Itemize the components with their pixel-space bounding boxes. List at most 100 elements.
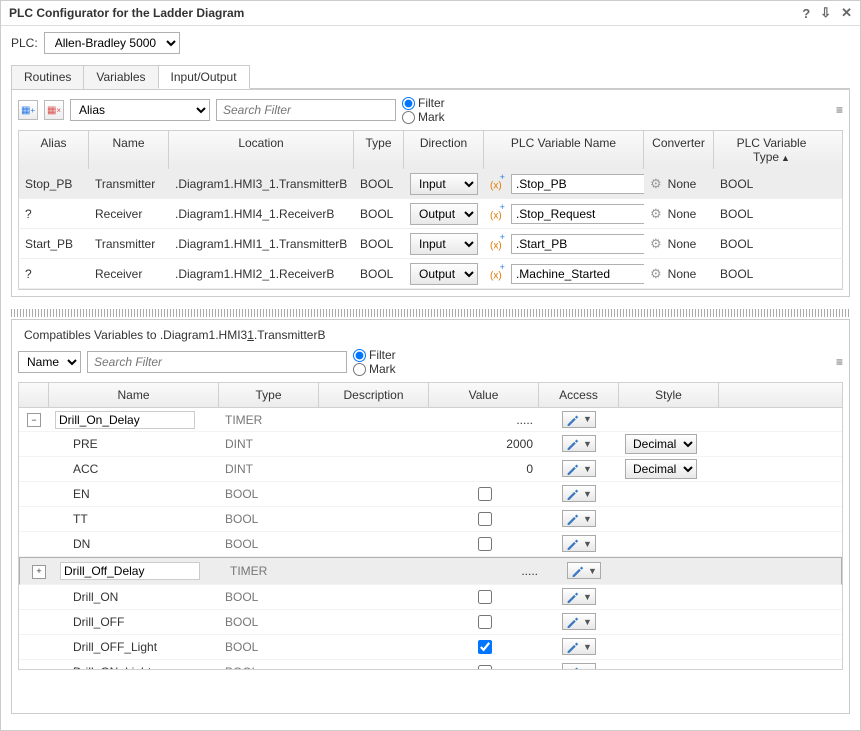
compat-desc xyxy=(319,542,429,546)
plc-var-input[interactable] xyxy=(511,264,644,284)
compat-name-input[interactable] xyxy=(55,411,195,429)
cv-col-access[interactable]: Access xyxy=(539,383,619,407)
tab-variables[interactable]: Variables xyxy=(83,65,158,89)
compat-value-checkbox[interactable] xyxy=(478,487,492,501)
io-row[interactable]: Start_PB Transmitter .Diagram1.HMI1_1.Tr… xyxy=(18,229,843,259)
gear-icon[interactable]: ⚙ xyxy=(650,176,662,192)
col-alias[interactable]: Alias xyxy=(19,131,89,169)
new-left-icon[interactable]: ▦+ xyxy=(18,100,38,120)
compat-value-checkbox[interactable] xyxy=(478,537,492,551)
window-title: PLC Configurator for the Ladder Diagram xyxy=(9,6,792,20)
style-select[interactable]: Decimal xyxy=(625,459,697,479)
compat-type: DINT xyxy=(219,460,319,478)
col-name[interactable]: Name xyxy=(89,131,169,169)
compat-row[interactable]: TT BOOL ▼ xyxy=(19,507,842,532)
gear-icon[interactable]: ⚙ xyxy=(650,266,662,282)
gear-icon[interactable]: ⚙ xyxy=(650,206,662,222)
access-button[interactable]: ▼ xyxy=(562,663,596,670)
col-converter[interactable]: Converter xyxy=(644,131,714,169)
access-button[interactable]: ▼ xyxy=(562,411,596,428)
compat-type: TIMER xyxy=(219,411,319,429)
splitter[interactable] xyxy=(11,309,850,317)
access-button[interactable]: ▼ xyxy=(562,613,596,630)
compat-search-input[interactable] xyxy=(87,351,347,373)
compat-name: TT xyxy=(55,512,88,526)
compat-row[interactable]: Drill_ON_Light BOOL ▼ xyxy=(19,660,842,670)
direction-select[interactable]: Input xyxy=(410,233,478,255)
plc-select[interactable]: Allen-Bradley 5000 xyxy=(44,32,180,54)
compat-value-checkbox[interactable] xyxy=(478,615,492,629)
direction-select[interactable]: Output xyxy=(410,203,478,225)
tab-input-output[interactable]: Input/Output xyxy=(158,65,250,89)
compat-radio-filter[interactable] xyxy=(353,349,366,362)
new-right-icon[interactable]: ▦× xyxy=(44,100,64,120)
collapse-icon[interactable]: − xyxy=(27,413,41,427)
plc-var-input[interactable] xyxy=(511,234,644,254)
cv-col-type[interactable]: Type xyxy=(219,383,319,407)
style-select[interactable]: Decimal xyxy=(625,434,697,454)
io-row[interactable]: ? Receiver .Diagram1.HMI2_1.ReceiverB BO… xyxy=(18,259,843,289)
fx-icon: (x)+ xyxy=(490,236,507,251)
close-icon[interactable]: ✕ xyxy=(841,5,852,21)
access-button[interactable]: ▼ xyxy=(562,435,596,452)
compat-row[interactable]: EN BOOL ▼ xyxy=(19,482,842,507)
access-button[interactable]: ▼ xyxy=(562,460,596,477)
cv-col-value[interactable]: Value xyxy=(429,383,539,407)
compat-row[interactable]: Drill_OFF_Light BOOL ▼ xyxy=(19,635,842,660)
compat-row[interactable]: DN BOOL ▼ xyxy=(19,532,842,557)
access-button[interactable]: ▼ xyxy=(562,588,596,605)
direction-select[interactable]: Output xyxy=(410,263,478,285)
io-row[interactable]: ? Receiver .Diagram1.HMI4_1.ReceiverB BO… xyxy=(18,199,843,229)
access-button[interactable]: ▼ xyxy=(562,485,596,502)
plc-type-value: BOOL xyxy=(714,234,829,254)
compat-menu-icon[interactable]: ≡ xyxy=(836,355,843,369)
compat-field-select[interactable]: Name xyxy=(18,351,81,373)
compat-row[interactable]: ACC DINT 0 ▼ Decimal xyxy=(19,457,842,482)
cv-col-desc[interactable]: Description xyxy=(319,383,429,407)
io-search-input[interactable] xyxy=(216,99,396,121)
io-grid-body: Stop_PB Transmitter .Diagram1.HMI3_1.Tra… xyxy=(18,169,843,290)
access-button[interactable]: ▼ xyxy=(567,562,601,579)
compat-value-checkbox[interactable] xyxy=(478,512,492,526)
compat-name-input[interactable] xyxy=(60,562,200,580)
col-location[interactable]: Location xyxy=(169,131,354,169)
compat-type: BOOL xyxy=(219,663,319,670)
direction-select[interactable]: Input xyxy=(410,173,478,195)
compat-panel: Compatibles Variables to .Diagram1.HMI31… xyxy=(11,319,850,714)
tab-routines[interactable]: Routines xyxy=(11,65,84,89)
compat-row[interactable]: + TIMER ..... ▼ xyxy=(19,557,842,585)
compat-row[interactable]: Drill_ON BOOL ▼ xyxy=(19,585,842,610)
help-icon[interactable]: ? xyxy=(802,6,810,21)
pin-icon[interactable]: ⇩ xyxy=(820,5,831,21)
compat-radio-mark[interactable] xyxy=(353,363,366,376)
compat-row[interactable]: − TIMER ..... ▼ xyxy=(19,408,842,432)
access-button[interactable]: ▼ xyxy=(562,638,596,655)
compat-row[interactable]: Drill_OFF BOOL ▼ xyxy=(19,610,842,635)
io-menu-icon[interactable]: ≡ xyxy=(836,103,843,117)
expand-icon[interactable]: + xyxy=(32,565,46,579)
gear-icon[interactable]: ⚙ xyxy=(650,236,662,252)
compat-grid-body[interactable]: − TIMER ..... ▼ PRE DINT 2000 ▼ Decimal … xyxy=(18,408,843,670)
col-direction[interactable]: Direction xyxy=(404,131,484,169)
filter-field-select[interactable]: Alias xyxy=(70,99,210,121)
io-location: .Diagram1.HMI2_1.ReceiverB xyxy=(169,264,354,284)
io-radio-filter[interactable] xyxy=(402,97,415,110)
col-type[interactable]: Type xyxy=(354,131,404,169)
col-plctype[interactable]: PLC Variable Type▲ xyxy=(714,131,829,169)
compat-value-checkbox[interactable] xyxy=(478,590,492,604)
plc-var-input[interactable] xyxy=(511,174,644,194)
compat-value-checkbox[interactable] xyxy=(478,640,492,654)
io-radio-mark[interactable] xyxy=(402,111,415,124)
compat-type: BOOL xyxy=(219,485,319,503)
plc-var-input[interactable] xyxy=(511,204,644,224)
col-plcvar[interactable]: PLC Variable Name xyxy=(484,131,644,169)
access-button[interactable]: ▼ xyxy=(562,535,596,552)
io-row[interactable]: Stop_PB Transmitter .Diagram1.HMI3_1.Tra… xyxy=(18,169,843,199)
compat-row[interactable]: PRE DINT 2000 ▼ Decimal xyxy=(19,432,842,457)
compat-value-checkbox[interactable] xyxy=(478,665,492,670)
io-alias: ? xyxy=(19,264,89,284)
cv-col-name[interactable]: Name xyxy=(49,383,219,407)
access-button[interactable]: ▼ xyxy=(562,510,596,527)
compat-desc xyxy=(319,467,429,471)
cv-col-style[interactable]: Style xyxy=(619,383,719,407)
